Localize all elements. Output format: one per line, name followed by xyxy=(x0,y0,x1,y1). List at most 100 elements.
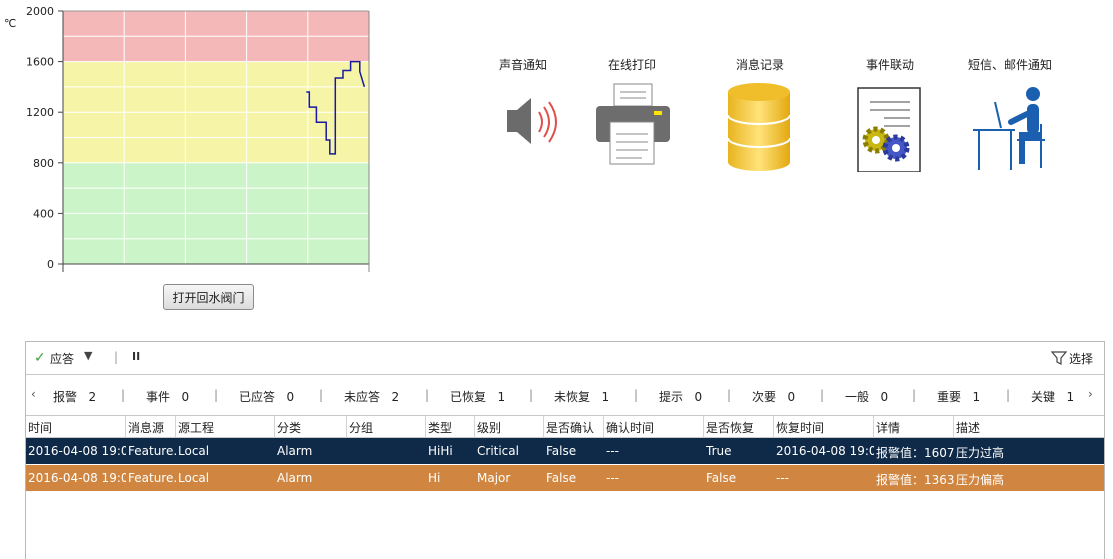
table-cell: 2016-04-08 19:05: xyxy=(28,444,126,458)
alarm-stats-bar: ‹ › 报警 2 | 事件 0 | 已应答 0 | 未应答 2 | 已恢复 1 | 未恢复 1 | 提示… xyxy=(26,375,1104,416)
table-cell: 2016-04-08 19:05: xyxy=(776,444,874,458)
column-header[interactable]: 是否确认 xyxy=(546,419,594,436)
column-divider[interactable] xyxy=(175,416,176,437)
column-divider[interactable] xyxy=(953,416,954,437)
y-tick-label: 1600 xyxy=(26,56,54,69)
table-cell: Hi xyxy=(428,471,441,485)
alarm-table-header: 时间 消息源 源工程 分类 分组 类型 级别 是否确认 确认时间 是否恢复 恢复时间 详情 描述 xyxy=(26,416,1104,438)
table-cell: False xyxy=(546,471,577,485)
table-cell: False xyxy=(546,444,577,458)
stat-divider: | xyxy=(912,388,917,402)
column-header[interactable]: 确认时间 xyxy=(606,419,654,436)
feature-label: 在线打印 xyxy=(607,58,656,72)
filter-button[interactable]: 选择 xyxy=(1069,350,1093,367)
stat-divider: | xyxy=(529,388,534,402)
stat-item[interactable]: 已恢复 1 xyxy=(450,388,505,405)
chevron-down-icon[interactable]: ▼ xyxy=(84,349,92,362)
printer-icon xyxy=(596,83,670,165)
column-header[interactable]: 类型 xyxy=(428,419,452,436)
column-header[interactable]: 描述 xyxy=(956,419,980,436)
y-tick-label: 0 xyxy=(47,258,54,271)
table-cell: 压力偏高 xyxy=(956,473,1005,487)
gears-document-icon xyxy=(857,87,921,172)
column-divider[interactable] xyxy=(773,416,774,437)
y-unit-label: ℃ xyxy=(4,17,16,30)
column-header[interactable]: 是否恢复 xyxy=(706,419,754,436)
column-divider[interactable] xyxy=(346,416,347,437)
table-cell: Critical xyxy=(477,444,519,458)
feature-sound-notify: 声音通知 xyxy=(463,56,583,150)
table-cell: True xyxy=(706,444,732,458)
database-icon xyxy=(727,83,791,171)
stat-item[interactable]: 一般 0 xyxy=(845,388,888,405)
table-cell: 压力过高 xyxy=(956,446,1005,460)
column-divider[interactable] xyxy=(703,416,704,437)
table-cell: --- xyxy=(606,444,619,458)
column-header[interactable]: 消息源 xyxy=(128,419,164,436)
toolbar-divider: | xyxy=(114,350,119,364)
stat-item[interactable]: 次要 0 xyxy=(752,388,795,405)
table-cell: 2016-04-08 19:05: xyxy=(28,471,126,485)
stat-item[interactable]: 关键 1 xyxy=(1031,388,1074,405)
y-tick-label: 400 xyxy=(33,207,54,220)
column-divider[interactable] xyxy=(873,416,874,437)
stat-item[interactable]: 未恢复 1 xyxy=(554,388,609,405)
feature-message-log: 消息记录 xyxy=(700,56,820,172)
table-cell: HiHi xyxy=(428,444,453,458)
column-header[interactable]: 时间 xyxy=(28,419,52,436)
table-row[interactable]: 2016-04-08 19:05:Feature.ALocal Alarm Hi Ma… xyxy=(26,465,1104,491)
column-header[interactable]: 详情 xyxy=(876,419,900,436)
stat-item[interactable]: 报警 2 xyxy=(53,388,96,405)
column-divider[interactable] xyxy=(543,416,544,437)
table-cell: Alarm xyxy=(277,471,313,485)
y-tick-label: 800 xyxy=(33,157,54,170)
check-icon: ✓ xyxy=(34,350,46,366)
stat-item[interactable]: 已应答 0 xyxy=(239,388,294,405)
table-cell: Alarm xyxy=(277,444,313,458)
scroll-left-icon[interactable]: ‹ xyxy=(31,387,36,401)
table-cell: Feature.A xyxy=(128,471,176,485)
feature-sms-email-notify: 短信、邮件通知 xyxy=(950,56,1070,172)
table-cell: False xyxy=(706,471,737,485)
column-divider[interactable] xyxy=(274,416,275,437)
pause-icon[interactable]: II xyxy=(132,350,140,363)
y-tick-label: 2000 xyxy=(26,5,54,18)
column-header[interactable]: 分组 xyxy=(349,419,373,436)
alarm-toolbar: ✓ 应答 ▼ | II 选择 xyxy=(26,342,1104,375)
table-cell: 报警值：1363. xyxy=(876,473,954,487)
column-header[interactable]: 源工程 xyxy=(178,419,214,436)
feature-label: 短信、邮件通知 xyxy=(967,58,1052,72)
feature-label: 事件联动 xyxy=(865,58,914,72)
feature-label: 消息记录 xyxy=(735,58,784,72)
stat-divider: | xyxy=(820,388,825,402)
column-header[interactable]: 分类 xyxy=(277,419,301,436)
stat-divider: | xyxy=(319,388,324,402)
feature-online-print: 在线打印 xyxy=(572,56,692,166)
scroll-right-icon[interactable]: › xyxy=(1088,387,1093,401)
stat-item[interactable]: 提示 0 xyxy=(659,388,702,405)
y-tick-label: 1200 xyxy=(26,106,54,119)
column-divider[interactable] xyxy=(425,416,426,437)
filter-icon[interactable] xyxy=(1051,350,1067,366)
stat-item[interactable]: 未应答 2 xyxy=(344,388,399,405)
table-cell: Major xyxy=(477,471,511,485)
column-divider[interactable] xyxy=(125,416,126,437)
open-return-valve-button[interactable]: 打开回水阀门 xyxy=(163,284,254,310)
table-cell: 报警值：1607. xyxy=(876,446,954,460)
table-row[interactable]: 2016-04-08 19:05:Feature.ALocalAlarmHiHi… xyxy=(26,438,1104,464)
table-cell: Local xyxy=(178,444,210,458)
column-header[interactable]: 级别 xyxy=(477,419,501,436)
column-divider[interactable] xyxy=(474,416,475,437)
stat-item[interactable]: 重要 1 xyxy=(937,388,980,405)
person-at-computer-icon xyxy=(973,87,1045,170)
feature-label: 声音通知 xyxy=(498,58,547,72)
alarm-panel: ✓ 应答 ▼ | II 选择 ‹ › 报警 2 | 事件 0 | 已应答 0 | 未应答 2… xyxy=(25,341,1105,559)
stat-divider: | xyxy=(425,388,430,402)
stat-item[interactable]: 事件 0 xyxy=(146,388,189,405)
acknowledge-button[interactable]: 应答 xyxy=(50,350,74,367)
column-header[interactable]: 恢复时间 xyxy=(776,419,824,436)
feature-event-linkage: 事件联动 xyxy=(830,56,950,172)
stat-divider: | xyxy=(727,388,732,402)
speaker-icon xyxy=(507,98,557,144)
column-divider[interactable] xyxy=(603,416,604,437)
